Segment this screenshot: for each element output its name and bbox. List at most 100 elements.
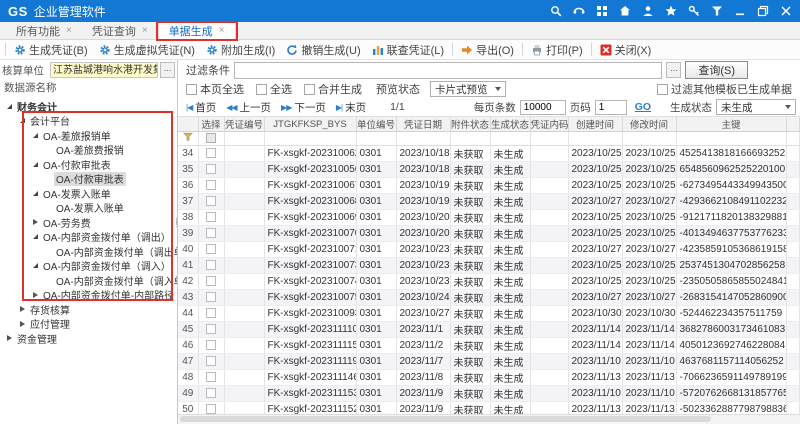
table-row[interactable]: 46FK-xsgkf-20231111503012023/11/2未获取未生成2… [178, 338, 800, 354]
row-select-checkbox[interactable] [206, 196, 216, 206]
page-no-input[interactable] [595, 100, 627, 115]
close-button[interactable]: 关闭(X) [596, 42, 656, 58]
tree-item[interactable]: 应付管理 [0, 317, 177, 332]
merge-generate-checkbox[interactable]: 合并生成 [304, 81, 362, 97]
favorite-star-icon[interactable] [665, 5, 677, 17]
cell-select[interactable] [198, 146, 224, 162]
row-select-checkbox[interactable] [206, 244, 216, 254]
go-link[interactable]: GO [635, 101, 651, 113]
apps-icon[interactable] [596, 5, 608, 17]
search-icon[interactable] [550, 5, 562, 17]
tree-item[interactable]: OA-内部资金拨付单（调入） [0, 259, 177, 274]
row-select-checkbox[interactable] [206, 292, 216, 302]
preview-mode-select[interactable]: 卡片式预览 [430, 81, 506, 97]
cell-select[interactable] [198, 162, 224, 178]
cell-select[interactable] [198, 290, 224, 306]
cell-select[interactable] [198, 242, 224, 258]
column-header-6[interactable]: 附件状态 [450, 117, 490, 132]
tree-expanded-icon[interactable] [30, 263, 41, 268]
row-select-checkbox[interactable] [206, 404, 216, 414]
cell-select[interactable] [198, 258, 224, 274]
tree-expanded-icon[interactable] [30, 162, 41, 167]
row-select-checkbox[interactable] [206, 340, 216, 350]
tree-expanded-icon[interactable] [17, 118, 28, 123]
tree-collapsed-icon[interactable] [17, 321, 28, 327]
key-icon[interactable] [688, 5, 700, 17]
row-select-checkbox[interactable] [206, 212, 216, 222]
filter-icon[interactable] [711, 5, 723, 17]
column-header-10[interactable]: 修改时间 [622, 117, 676, 132]
cell-select[interactable] [198, 226, 224, 242]
table-row[interactable]: 45FK-xsgkf-20231111003012023/11/1未获取未生成2… [178, 322, 800, 338]
scrollbar-thumb[interactable] [180, 416, 711, 422]
tab-close-icon[interactable]: × [142, 26, 148, 36]
tree-collapsed-icon[interactable] [30, 219, 41, 225]
column-header-4[interactable]: 单位编号 [356, 117, 396, 132]
tab-close-icon[interactable]: × [66, 26, 72, 36]
tree-item[interactable]: 存货核算 [0, 302, 177, 317]
cell-select[interactable] [198, 354, 224, 370]
row-select-checkbox[interactable] [206, 356, 216, 366]
table-row[interactable]: 35FK-xsgkf-20231005603012023/10/18未获取未生成… [178, 162, 800, 178]
additional-generate-button[interactable]: 附加生成(I) [202, 42, 279, 58]
row-select-checkbox[interactable] [206, 164, 216, 174]
tree-item[interactable]: OA-付款审批表 [0, 157, 177, 172]
table-row[interactable]: 34FK-xsgkf-20231006203012023/10/18未获取未生成… [178, 146, 800, 162]
horizontal-scrollbar[interactable] [178, 414, 800, 424]
row-select-checkbox[interactable] [206, 228, 216, 238]
cell-select[interactable] [198, 402, 224, 415]
home-icon[interactable] [619, 5, 631, 17]
accounting-unit-input[interactable]: 江苏盐城港响水港开发集团有限公司 [50, 62, 158, 78]
tree-item[interactable]: 资金管理 [0, 331, 177, 346]
column-header-5[interactable]: 凭证日期 [396, 117, 450, 132]
phone-icon[interactable] [573, 5, 585, 17]
table-row[interactable]: 50FK-xsgkf-20231115203012023/11/9未获取未生成2… [178, 402, 800, 415]
tree-item[interactable]: OA-劳务费 [0, 215, 177, 230]
prev-page-button[interactable]: ◀◀上一页 [226, 100, 271, 115]
row-select-checkbox[interactable] [206, 260, 216, 270]
column-header-8[interactable]: 凭证内码 [530, 117, 568, 132]
cell-select[interactable] [198, 178, 224, 194]
table-row[interactable]: 41FK-xsgkf-20231007303012023/10/23未获取未生成… [178, 258, 800, 274]
table-row[interactable]: 49FK-xsgkf-20231115303012023/11/9未获取未生成2… [178, 386, 800, 402]
table-row[interactable]: 44FK-xsgkf-20231009303012023/10/27未获取未生成… [178, 306, 800, 322]
generate-virtual-voucher-button[interactable]: 生成虚拟凭证(N) [95, 42, 199, 58]
tree-item[interactable]: OA-差旅费报销 [0, 143, 177, 158]
column-header-2[interactable]: 凭证编号 [224, 117, 264, 132]
table-row[interactable]: 47FK-xsgkf-20231111903012023/11/7未获取未生成2… [178, 354, 800, 370]
filter-browse-button[interactable]: ... [666, 62, 681, 78]
table-row[interactable]: 48FK-xsgkf-20231114603012023/11/8未获取未生成2… [178, 370, 800, 386]
filter-generated-checkbox[interactable]: 过滤其他模板已生成单据 [657, 81, 792, 97]
row-select-checkbox[interactable] [206, 148, 216, 158]
splitter-handle[interactable]: ⁞⁞ [175, 220, 178, 226]
tree-item[interactable]: OA-付款审批表 [0, 172, 177, 187]
restore-icon[interactable] [757, 5, 769, 17]
table-row[interactable]: 37FK-xsgkf-20231006803012023/10/19未获取未生成… [178, 194, 800, 210]
tab-2[interactable]: 凭证查询× [82, 22, 158, 39]
row-select-checkbox[interactable] [206, 372, 216, 382]
linked-query-voucher-button[interactable]: 联查凭证(L) [368, 42, 448, 58]
tree-collapsed-icon[interactable] [30, 292, 41, 298]
cell-select[interactable] [198, 306, 224, 322]
tab-3[interactable]: 单据生成× [158, 22, 236, 39]
filter-condition-input[interactable] [234, 62, 662, 79]
close-window-icon[interactable] [780, 5, 792, 17]
tree-item[interactable]: OA-内部资金拨付单（调出） [0, 230, 177, 245]
first-page-button[interactable]: |◀首页 [186, 100, 216, 115]
row-select-checkbox[interactable] [206, 324, 216, 334]
table-row[interactable]: 39FK-xsgkf-20231007003012023/10/20未获取未生成… [178, 226, 800, 242]
tab-1[interactable]: 所有功能× [6, 22, 82, 39]
row-select-checkbox[interactable] [206, 276, 216, 286]
tree-item[interactable]: OA-内部资金拨付单-内部路径 [0, 288, 177, 303]
tree-item[interactable]: 财务会计 [0, 99, 177, 114]
tree-item[interactable]: OA-发票入账单 [0, 186, 177, 201]
table-row[interactable]: 43FK-xsgkf-20231007503012023/10/24未获取未生成… [178, 290, 800, 306]
tab-close-icon[interactable]: × [219, 26, 225, 36]
table-row[interactable]: 38FK-xsgkf-20231006903012023/10/20未获取未生成… [178, 210, 800, 226]
tree-item[interactable]: 会计平台 [0, 114, 177, 129]
table-row[interactable]: 40FK-xsgkf-20231007103012023/10/23未获取未生成… [178, 242, 800, 258]
table-row[interactable]: 42FK-xsgkf-20231007403012023/10/23未获取未生成… [178, 274, 800, 290]
tree-item[interactable]: OA-差旅报销单 [0, 128, 177, 143]
minimize-icon[interactable] [734, 5, 746, 17]
tree-collapsed-icon[interactable] [4, 335, 15, 341]
